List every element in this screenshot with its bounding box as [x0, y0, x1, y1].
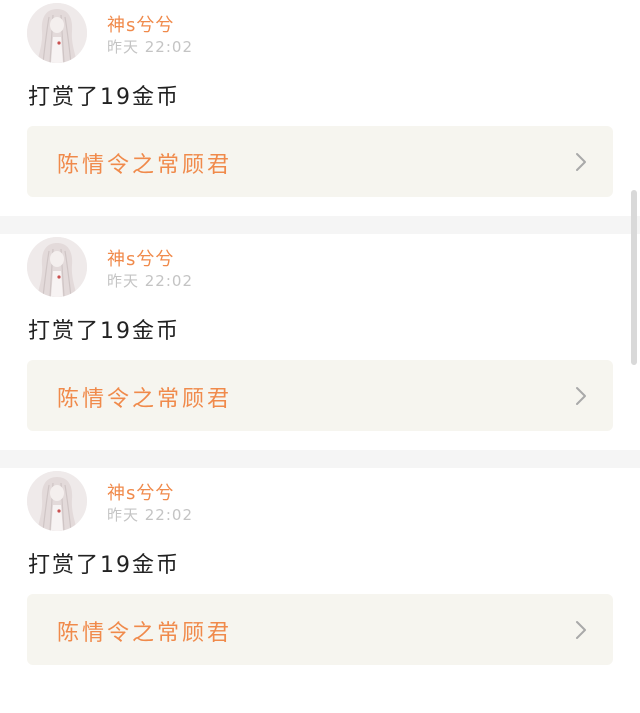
book-link-card[interactable]: 陈情令之常顾君	[27, 126, 613, 197]
book-link-card[interactable]: 陈情令之常顾君	[27, 594, 613, 665]
book-title: 陈情令之常顾君	[57, 387, 233, 412]
book-title: 陈情令之常顾君	[57, 621, 233, 646]
reward-item: 神s兮兮 昨天 22:02 打赏了19金币 陈情令之常顾君	[0, 234, 640, 450]
reward-action-text: 打赏了19金币	[28, 553, 180, 578]
username[interactable]: 神s兮兮	[107, 479, 174, 505]
timestamp: 昨天 22:02	[107, 38, 193, 56]
user-avatar[interactable]	[27, 237, 87, 297]
reward-feed: 神s兮兮 昨天 22:02 打赏了19金币 陈情令之常顾君 神s兮兮 昨天 22…	[0, 0, 640, 713]
timestamp: 昨天 22:02	[107, 272, 193, 290]
avatar-long-hair-girl-icon	[27, 237, 87, 297]
reward-action-text: 打赏了19金币	[28, 319, 180, 344]
book-title: 陈情令之常顾君	[57, 153, 233, 178]
section-divider	[0, 216, 640, 234]
reward-action-text: 打赏了19金币	[28, 85, 180, 110]
user-avatar[interactable]	[27, 471, 87, 531]
chevron-right-icon	[576, 153, 586, 171]
vertical-scrollbar[interactable]	[631, 190, 637, 365]
user-avatar[interactable]	[27, 3, 87, 63]
chevron-right-icon	[576, 621, 586, 639]
chevron-right-icon	[576, 387, 586, 405]
reward-item: 神s兮兮 昨天 22:02 打赏了19金币 陈情令之常顾君	[0, 468, 640, 684]
book-link-card[interactable]: 陈情令之常顾君	[27, 360, 613, 431]
avatar-long-hair-girl-icon	[27, 471, 87, 531]
section-divider	[0, 450, 640, 468]
timestamp: 昨天 22:02	[107, 506, 193, 524]
username[interactable]: 神s兮兮	[107, 245, 174, 271]
username[interactable]: 神s兮兮	[107, 11, 174, 37]
reward-item: 神s兮兮 昨天 22:02 打赏了19金币 陈情令之常顾君	[0, 0, 640, 216]
avatar-long-hair-girl-icon	[27, 3, 87, 63]
